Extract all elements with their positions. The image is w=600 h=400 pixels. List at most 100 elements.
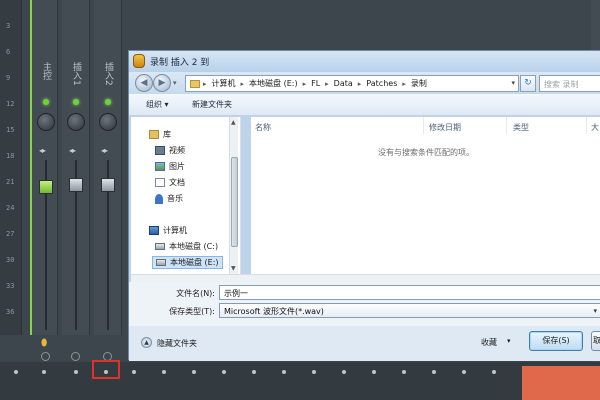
pointer-icon: ⬮ (41, 338, 48, 349)
route-dot[interactable] (342, 370, 346, 374)
column-date[interactable]: 修改日期 (429, 122, 461, 133)
nav-label: 音乐 (167, 194, 183, 203)
nav-music[interactable]: 音乐 (155, 193, 183, 204)
route-dot[interactable] (222, 370, 226, 374)
dialog-footer: ▲ 隐藏文件夹 收藏 ▾ 保存(S) 取消 (129, 326, 600, 361)
breadcrumb-record[interactable]: 录制 (411, 78, 427, 89)
address-dropdown-icon[interactable]: ▾ (511, 79, 515, 87)
dialog-title: 录制 插入 2 到 (150, 58, 210, 68)
pan-knob[interactable] (67, 113, 85, 131)
stereo-arrows-icon: ◂▸ (69, 146, 76, 155)
save-dialog: 录制 插入 2 到 ◀ ▶ ▾ ▸ 计算机 ▸ 本地磁盘 (E:) ▸ FL ▸… (128, 50, 600, 361)
route-dot[interactable] (372, 370, 376, 374)
track-enable-led[interactable] (43, 99, 49, 105)
hide-folders-toggle[interactable]: 隐藏文件夹 (157, 338, 197, 349)
ruler-mark: 27 (6, 230, 15, 238)
track-enable-led[interactable] (105, 99, 111, 105)
route-dot[interactable] (312, 370, 316, 374)
filename-input[interactable]: 示例一 (219, 285, 600, 300)
nav-scrollbar[interactable]: ▲ ▼ (229, 117, 238, 274)
chevron-down-icon: ▾ (593, 307, 597, 315)
track-label: 主控 (41, 62, 51, 80)
horizontal-scrollbar[interactable] (131, 274, 600, 282)
folder-icon (190, 79, 200, 88)
new-folder-button[interactable]: 新建文件夹 (192, 99, 232, 110)
breadcrumb-data[interactable]: Data (334, 79, 353, 88)
nav-pictures[interactable]: 图片 (155, 161, 185, 172)
route-dot[interactable] (402, 370, 406, 374)
address-bar[interactable]: ▸ 计算机 ▸ 本地磁盘 (E:) ▸ FL ▸ Data ▸ Patches … (185, 75, 519, 92)
mixer-track-insert-2[interactable]: 插入2 ◂▸ (94, 0, 122, 361)
organize-menu[interactable]: 组织 ▾ (146, 99, 169, 110)
track-enable-led[interactable] (73, 99, 79, 105)
route-dot[interactable] (132, 370, 136, 374)
scroll-down-icon[interactable]: ▼ (231, 265, 236, 272)
ruler-mark: 12 (6, 100, 15, 108)
column-name[interactable]: 名称 (255, 122, 271, 133)
collapse-up-icon[interactable]: ▲ (141, 337, 152, 348)
route-knob[interactable] (41, 352, 50, 361)
orange-corner-block (522, 366, 600, 400)
breadcrumb-separator: ▸ (240, 79, 245, 88)
breadcrumb-separator: ▸ (357, 79, 362, 88)
ruler-mark: 21 (6, 178, 15, 186)
tools-menu[interactable]: 收藏 (481, 337, 497, 348)
save-button[interactable]: 保存(S) (529, 331, 583, 351)
column-divider[interactable] (506, 117, 507, 134)
nav-drive-c[interactable]: 本地磁盘 (C:) (155, 241, 218, 252)
back-arrow-icon[interactable]: ◀ (135, 74, 153, 92)
track-label: 插入2 (103, 62, 113, 86)
nav-computer[interactable]: 计算机 (149, 225, 187, 236)
nav-videos[interactable]: 视频 (155, 145, 185, 156)
route-dot[interactable] (282, 370, 286, 374)
pan-knob[interactable] (37, 113, 55, 131)
mixer-track-insert-1[interactable]: 插入1 ◂▸ (62, 0, 90, 361)
column-divider[interactable] (423, 117, 424, 134)
breadcrumb-fl[interactable]: FL (311, 79, 320, 88)
filetype-label: 保存类型(T): (169, 307, 215, 316)
chevron-down-icon[interactable]: ▾ (507, 337, 511, 345)
column-size[interactable]: 大 (591, 122, 599, 133)
route-dot[interactable] (252, 370, 256, 374)
stereo-arrows-icon: ◂▸ (39, 146, 46, 155)
ruler-mark: 36 (6, 308, 15, 316)
filename-label: 文件名(N): (176, 289, 215, 298)
route-dot[interactable] (14, 370, 18, 374)
picture-icon (155, 162, 165, 171)
volume-fader[interactable] (39, 180, 53, 194)
mixer-track-master[interactable]: 主控 ◂▸ ⬮ (30, 0, 58, 361)
scroll-thumb[interactable] (231, 157, 238, 247)
route-dot[interactable] (162, 370, 166, 374)
forward-arrow-icon[interactable]: ▶ (153, 74, 171, 92)
route-dot[interactable] (42, 370, 46, 374)
history-dropdown-icon[interactable]: ▾ (173, 79, 177, 87)
volume-fader[interactable] (69, 178, 83, 192)
breadcrumb-computer[interactable]: 计算机 (212, 78, 236, 89)
route-dot[interactable] (462, 370, 466, 374)
pan-knob[interactable] (99, 113, 117, 131)
route-dot[interactable] (74, 370, 78, 374)
volume-fader[interactable] (101, 178, 115, 192)
breadcrumb-patches[interactable]: Patches (366, 79, 397, 88)
nav-documents[interactable]: 文档 (155, 177, 185, 188)
empty-message: 没有与搜索条件匹配的项。 (378, 148, 474, 157)
breadcrumb-drive-e[interactable]: 本地磁盘 (E:) (249, 78, 298, 89)
ruler-mark: 3 (6, 22, 11, 30)
refresh-icon[interactable]: ↻ (520, 75, 536, 92)
filetype-select[interactable]: Microsoft 波形文件(*.wav) ▾ (219, 303, 600, 318)
cancel-button[interactable]: 取消 (591, 331, 600, 351)
route-dot[interactable] (492, 370, 496, 374)
ruler-mark: 6 (6, 48, 11, 56)
ruler-mark: 9 (6, 74, 11, 82)
route-knob[interactable] (71, 352, 80, 361)
column-type[interactable]: 类型 (513, 122, 529, 133)
nav-libraries[interactable]: 库 (149, 129, 171, 140)
column-divider[interactable] (586, 117, 587, 134)
route-dot[interactable] (432, 370, 436, 374)
route-dot[interactable] (192, 370, 196, 374)
mixer-routing-bar (0, 362, 600, 400)
scroll-up-icon[interactable]: ▲ (231, 119, 236, 126)
nav-drive-e[interactable]: 本地磁盘 (E:) (152, 256, 223, 269)
search-input[interactable]: 搜索 录制 (539, 75, 600, 92)
dialog-titlebar[interactable]: 录制 插入 2 到 (129, 51, 600, 72)
